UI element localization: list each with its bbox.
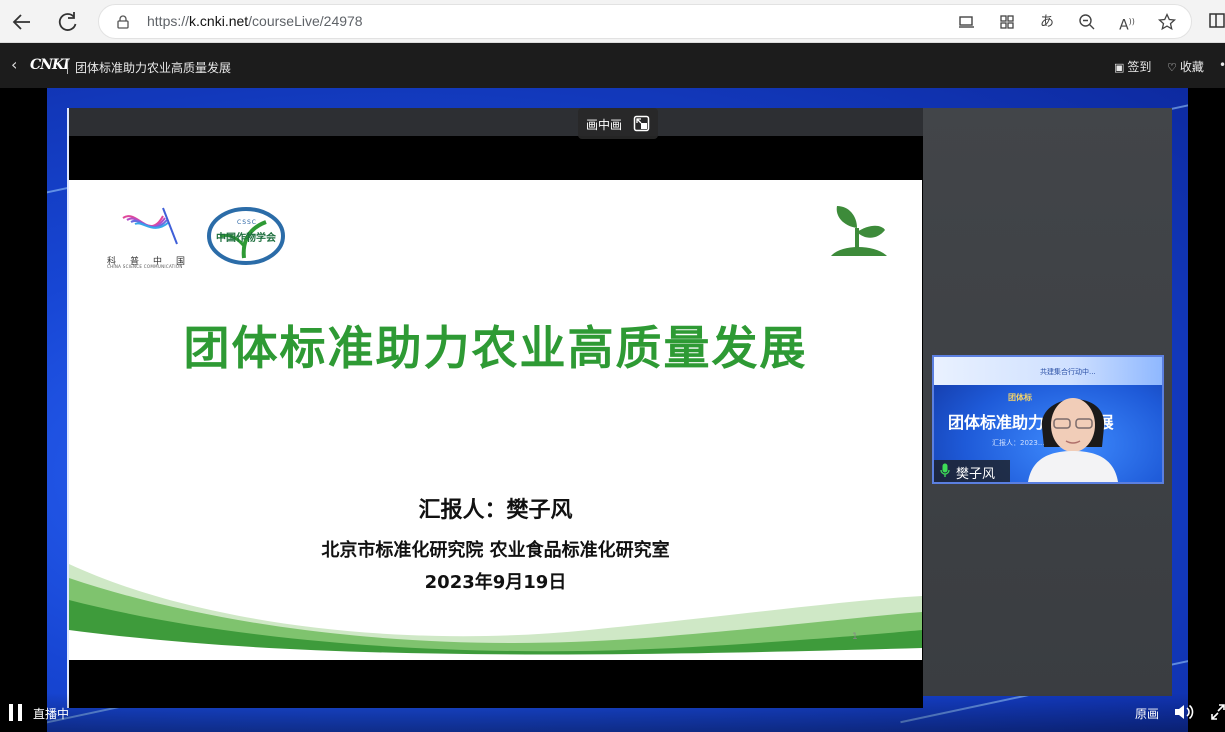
- reporter-line: 汇报人：樊子风: [418, 498, 573, 523]
- course-title: 团体标准助力农业高质量发展: [75, 61, 232, 75]
- slide-title: 团体标准助力农业高质量发展: [183, 321, 808, 375]
- checkin-button[interactable]: ▣ 签到: [1114, 58, 1151, 75]
- header-divider: [67, 60, 68, 74]
- crop-society-tag: CSSC: [237, 219, 257, 226]
- pip-label: 画中画: [586, 118, 623, 132]
- pause-icon[interactable]: [9, 704, 23, 721]
- favorite-star-icon[interactable]: [1157, 12, 1177, 32]
- pip-icon: [633, 115, 650, 132]
- organization-line: 北京市标准化研究院 农业食品标准化研究室: [321, 540, 670, 561]
- favorite-button[interactable]: ♡ 收藏: [1167, 58, 1204, 75]
- split-screen-icon[interactable]: [1208, 11, 1225, 31]
- back-arrow-icon[interactable]: [9, 9, 35, 35]
- green-wave-decoration: [69, 564, 922, 660]
- cnki-logo[interactable]: CNKI: [30, 57, 70, 73]
- fullscreen-icon[interactable]: [1211, 704, 1225, 720]
- presentation-slide: 科普中国 CHINA SCIENCE COMMUNICATION CSSC 中国…: [69, 180, 922, 660]
- zoom-out-icon[interactable]: [1077, 12, 1097, 32]
- speaker-name: 樊子风: [956, 467, 996, 482]
- crop-society-logo-text: 中国作物学会: [216, 233, 276, 244]
- device-icon[interactable]: [957, 12, 977, 32]
- browser-toolbar: https://k.cnki.net/courseLive/24978 あ A)…: [0, 0, 1225, 43]
- quality-selector[interactable]: 原画: [1135, 705, 1159, 722]
- site-header: ‹ CNKI 团体标准助力农业高质量发展 ▣签到 ♡收藏 •: [0, 43, 1225, 88]
- microphone-icon: [940, 463, 950, 478]
- slide-top-bar: [69, 108, 923, 136]
- video-player[interactable]: 科普中国 CHINA SCIENCE COMMUNICATION CSSC 中国…: [0, 88, 1225, 732]
- pip-button[interactable]: 画中画: [578, 108, 658, 139]
- lock-icon[interactable]: [117, 14, 129, 29]
- speaker-camera-feed[interactable]: 共建集合行动中... 团体标 团体标准助力 质量发展 汇报人：2023... 樊…: [932, 355, 1164, 484]
- more-icon[interactable]: •: [1219, 58, 1225, 72]
- camera-banner-text: 共建集合行动中...: [1040, 368, 1096, 376]
- refresh-icon[interactable]: [54, 9, 80, 35]
- speaker-name-tag: 樊子风: [934, 460, 1010, 482]
- checkin-icon: ▣: [1114, 61, 1125, 74]
- live-status: 直播中: [33, 707, 70, 721]
- volume-icon[interactable]: [1173, 702, 1195, 722]
- slide-page-number: 1: [852, 632, 858, 642]
- speaker-avatar: [1028, 398, 1118, 482]
- player-controls: 直播中 原画: [0, 694, 1225, 732]
- translate-icon[interactable]: あ: [1037, 12, 1057, 32]
- address-bar[interactable]: https://k.cnki.net/courseLive/24978 あ A)…: [98, 4, 1192, 39]
- sprout-icon: [831, 206, 887, 256]
- kepu-logo-subtext: CHINA SCIENCE COMMUNICATION: [107, 264, 183, 269]
- kepu-logo-icon: [122, 207, 178, 245]
- read-aloud-icon[interactable]: A)): [1117, 12, 1137, 34]
- heart-icon: ♡: [1167, 61, 1177, 74]
- apps-icon[interactable]: [997, 12, 1017, 32]
- back-chevron-icon[interactable]: ‹: [11, 55, 17, 74]
- url-text[interactable]: https://k.cnki.net/courseLive/24978: [147, 13, 363, 29]
